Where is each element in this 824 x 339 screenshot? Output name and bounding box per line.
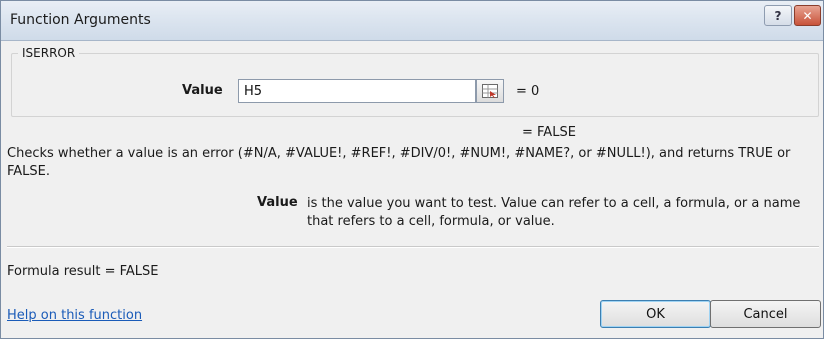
function-evaluated-value: = FALSE xyxy=(522,125,576,140)
argument-evaluated-value: = 0 xyxy=(516,84,540,99)
ok-button[interactable]: OK xyxy=(600,300,711,328)
title-bar[interactable]: Function Arguments ? ✕ xyxy=(1,1,823,41)
divider xyxy=(7,246,819,248)
formula-result: Formula result = FALSE xyxy=(7,264,159,279)
dialog-title: Function Arguments xyxy=(10,12,151,28)
argument-label: Value xyxy=(182,83,223,98)
function-name: ISERROR xyxy=(18,46,80,60)
collapse-dialog-button[interactable] xyxy=(476,79,504,103)
argument-description: is the value you want to test. Value can… xyxy=(307,196,801,229)
argument-description-name: Value xyxy=(257,195,298,210)
cancel-button[interactable]: Cancel xyxy=(710,300,821,328)
range-select-icon xyxy=(482,84,498,98)
close-icon: ✕ xyxy=(802,8,813,23)
close-button[interactable]: ✕ xyxy=(794,5,821,26)
question-mark-icon: ? xyxy=(774,8,782,23)
help-on-function-link[interactable]: Help on this function xyxy=(7,308,142,323)
function-arguments-dialog: Function Arguments ? ✕ ISERROR Value = 0… xyxy=(0,0,824,339)
function-description: Checks whether a value is an error (#N/A… xyxy=(7,146,791,179)
help-button[interactable]: ? xyxy=(764,5,792,26)
argument-input[interactable] xyxy=(238,79,476,103)
